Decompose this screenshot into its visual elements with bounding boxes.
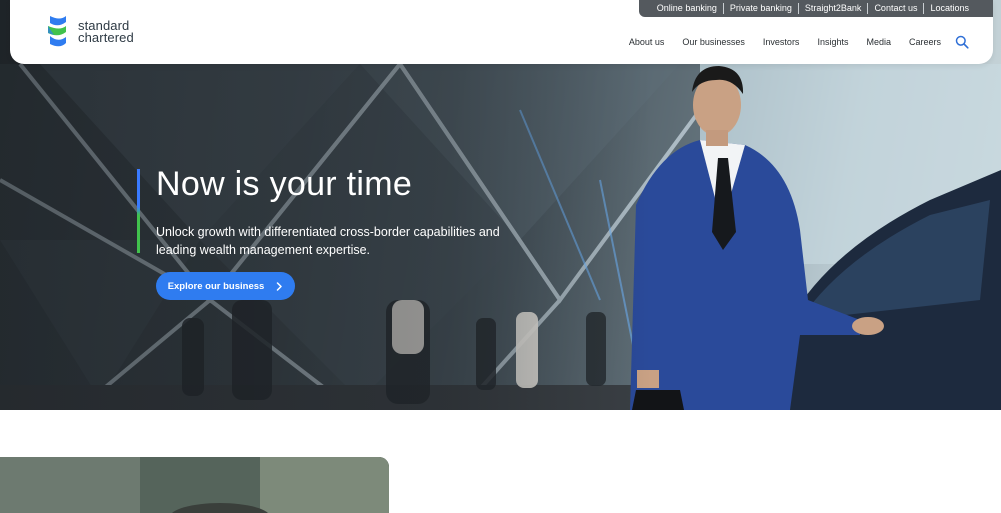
explore-business-button[interactable]: Explore our business bbox=[156, 272, 295, 300]
nav-item-about-us[interactable]: About us bbox=[629, 37, 665, 47]
utility-link-private-banking[interactable]: Private banking bbox=[724, 3, 798, 14]
hero-accent-bar bbox=[137, 169, 140, 253]
logo-line-2: chartered bbox=[78, 29, 134, 45]
nav-item-media[interactable]: Media bbox=[866, 37, 891, 47]
nav-item-investors[interactable]: Investors bbox=[763, 37, 800, 47]
utility-nav: Online banking Private banking Straight2… bbox=[638, 0, 993, 17]
utility-link-contact-us[interactable]: Contact us bbox=[868, 3, 923, 14]
utility-link-straight2bank[interactable]: Straight2Bank bbox=[799, 3, 868, 14]
search-icon[interactable] bbox=[955, 35, 969, 49]
standard-chartered-logo[interactable]: standard chartered bbox=[46, 13, 134, 50]
nav-item-our-businesses[interactable]: Our businesses bbox=[682, 37, 745, 47]
feature-image bbox=[0, 457, 389, 513]
hero-subtitle: Unlock growth with differentiated cross-… bbox=[156, 225, 500, 257]
hero-title: Now is your time bbox=[156, 165, 413, 203]
main-nav: About us Our businesses Investors Insigh… bbox=[611, 35, 969, 49]
utility-link-locations[interactable]: Locations bbox=[924, 3, 975, 14]
nav-item-insights[interactable]: Insights bbox=[817, 37, 848, 47]
nav-item-careers[interactable]: Careers bbox=[909, 37, 941, 47]
chevron-right-icon bbox=[277, 281, 283, 291]
logo-wordmark: standard chartered bbox=[78, 19, 134, 45]
explore-business-label: Explore our business bbox=[167, 280, 265, 292]
page: Now is your time Unlock growth with diff… bbox=[0, 0, 1001, 513]
standard-chartered-logo-mark bbox=[48, 16, 66, 47]
site-header: standard chartered Online banking Privat… bbox=[10, 0, 993, 64]
feature-image-card bbox=[0, 457, 389, 513]
utility-link-online-banking[interactable]: Online banking bbox=[651, 3, 723, 14]
